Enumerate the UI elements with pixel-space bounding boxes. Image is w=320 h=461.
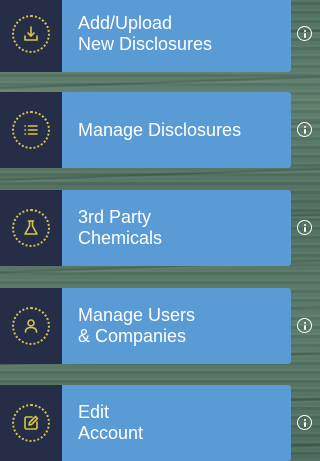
info-icon[interactable] [297, 318, 312, 333]
menu-item-label: Edit Account [78, 402, 143, 444]
menu-item-label-line2: & Companies [78, 326, 187, 346]
menu-item-3rd-party-chemicals[interactable]: 3rd Party Chemicals [0, 190, 315, 266]
menu-item-button[interactable]: 3rd Party Chemicals [62, 190, 291, 266]
menu-item-icon-cell [0, 92, 62, 168]
menu-item-button[interactable]: Manage Users & Companies [62, 288, 291, 364]
menu-item-button[interactable]: Add/Upload New Disclosures [62, 0, 291, 72]
menu-item-label-line1: Manage Disclosures [78, 119, 242, 140]
menu-item-edit-account[interactable]: Edit Account [0, 385, 315, 461]
menu-item-button[interactable]: Manage Disclosures [62, 92, 291, 168]
menu-item-label-line2: Account [78, 423, 144, 443]
menu-item-add-upload-disclosures[interactable]: Add/Upload New Disclosures [0, 0, 315, 72]
info-icon[interactable] [297, 415, 312, 430]
menu-item-label: Manage Users & Companies [78, 305, 195, 347]
menu-item-label: Manage Disclosures [78, 120, 241, 141]
menu-item-label: 3rd Party Chemicals [78, 207, 162, 249]
menu-item-icon-cell [0, 190, 62, 266]
user-icon [12, 307, 50, 345]
menu-item-label-line1: Add/Upload [78, 13, 173, 33]
menu-item-icon-cell [0, 0, 62, 72]
info-icon[interactable] [297, 26, 312, 41]
menu-item-label-line1: Manage Users [78, 305, 196, 325]
main-menu: Add/Upload New Disclosures Manage Disclo… [0, 0, 315, 461]
menu-item-label-line1: 3rd Party [78, 207, 152, 227]
info-icon[interactable] [297, 122, 312, 137]
upload-icon [12, 15, 50, 53]
menu-item-label-line1: Edit [78, 402, 110, 422]
info-icon[interactable] [297, 220, 312, 235]
list-icon [12, 111, 50, 149]
menu-item-label: Add/Upload New Disclosures [78, 13, 212, 55]
menu-item-label-line2: New Disclosures [78, 34, 213, 54]
menu-item-manage-disclosures[interactable]: Manage Disclosures [0, 92, 315, 168]
menu-item-button[interactable]: Edit Account [62, 385, 291, 461]
menu-item-icon-cell [0, 288, 62, 364]
menu-item-icon-cell [0, 385, 62, 461]
menu-item-label-line2: Chemicals [78, 228, 163, 248]
edit-icon [12, 404, 50, 442]
flask-icon [12, 209, 50, 247]
menu-item-manage-users-companies[interactable]: Manage Users & Companies [0, 288, 315, 364]
